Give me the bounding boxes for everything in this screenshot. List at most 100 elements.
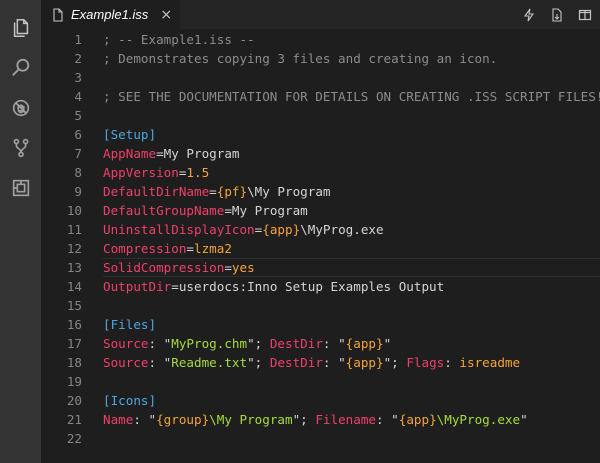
code-line[interactable]: 3	[41, 68, 600, 87]
token-plain: : "	[322, 355, 346, 370]
line-content	[82, 296, 103, 315]
line-number: 5	[74, 108, 82, 123]
code-line[interactable]: 12 Compression=lzma2	[41, 239, 600, 258]
code-line[interactable]: 6 [Setup]	[41, 125, 600, 144]
line-number: 3	[74, 70, 82, 85]
line-number: 7	[74, 146, 82, 161]
files-icon	[13, 19, 28, 37]
line-content: AppName=My Program	[82, 144, 240, 163]
line-number: 1	[74, 32, 82, 47]
activity-source-control[interactable]	[0, 128, 41, 168]
tab-example1-iss[interactable]: Example1.iss ×	[41, 0, 182, 29]
source-control-icon	[13, 138, 28, 158]
token-plain: \MyProg.exe	[300, 222, 384, 237]
token-key: DefaultGroupName	[103, 203, 225, 218]
token-str: Readme.txt	[171, 355, 248, 370]
token-var: {app}	[345, 355, 384, 370]
tab-bar: Example1.iss ×	[41, 0, 600, 29]
line-content: [Files]	[82, 315, 156, 334]
code-line[interactable]: 5	[41, 106, 600, 125]
lightning-icon	[523, 8, 535, 21]
editor-actions	[522, 0, 592, 29]
line-content: DefaultGroupName=My Program	[82, 201, 308, 220]
code-line[interactable]: 9 DefaultDirName={pf}\My Program	[41, 182, 600, 201]
split-editor-button[interactable]	[578, 8, 592, 22]
token-eq: =	[186, 241, 194, 256]
token-str: \MyProg.exe	[436, 412, 521, 427]
token-var: {app}	[398, 412, 437, 427]
token-key: AppVersion	[103, 165, 179, 180]
code-line[interactable]: 10 DefaultGroupName=My Program	[41, 201, 600, 220]
line-content: OutputDir=userdocs:Inno Setup Examples O…	[82, 277, 444, 296]
line-number: 19	[66, 374, 82, 389]
code-line[interactable]: 13 SolidCompression=yes	[41, 258, 600, 277]
line-content: ; SEE THE DOCUMENTATION FOR DETAILS ON C…	[82, 87, 600, 106]
code-line[interactable]: 8 AppVersion=1.5	[41, 163, 600, 182]
token-eq: =	[209, 184, 217, 199]
search-icon	[11, 58, 29, 76]
editor-area: Example1.iss × 1 ; -- Example1.iss -- 2 …	[41, 0, 600, 463]
token-eq: =	[224, 203, 232, 218]
token-comment: ; SEE THE DOCUMENTATION FOR DETAILS ON C…	[103, 89, 600, 104]
token-key: Compression	[103, 241, 187, 256]
line-content: Source: "Readme.txt"; DestDir: "{app}"; …	[82, 353, 520, 372]
line-content	[82, 106, 103, 125]
token-plain: My Program	[231, 203, 308, 218]
line-number: 12	[66, 241, 82, 256]
code-editor[interactable]: 1 ; -- Example1.iss -- 2 ; Demonstrates cop…	[41, 29, 600, 463]
token-eq: =	[156, 146, 164, 161]
token-key: DefaultDirName	[103, 184, 210, 199]
code-line[interactable]: 22	[41, 429, 600, 448]
line-content: ; Demonstrates copying 3 files and creat…	[82, 49, 497, 68]
code-line[interactable]: 15	[41, 296, 600, 315]
token-plain: "	[383, 336, 392, 351]
line-number: 4	[74, 89, 82, 104]
code-line[interactable]: 21 Name: "{group}\My Program"; Filename: …	[41, 410, 600, 429]
activity-explorer[interactable]	[0, 8, 41, 48]
activity-debug[interactable]	[0, 88, 41, 128]
token-str: \My Program	[209, 412, 293, 427]
code-line[interactable]: 7 AppName=My Program	[41, 144, 600, 163]
code-line[interactable]: 11 UninstallDisplayIcon={app}\MyProg.exe	[41, 220, 600, 239]
token-plain: userdocs:Inno Setup Examples Output	[178, 279, 445, 294]
code-line[interactable]: 4 ; SEE THE DOCUMENTATION FOR DETAILS ON …	[41, 87, 600, 106]
token-plain: : "	[322, 336, 346, 351]
token-comment: ; -- Example1.iss --	[103, 32, 255, 47]
token-plain: ";	[247, 355, 270, 370]
token-num: 1.5	[186, 165, 210, 180]
run-action-button[interactable]	[522, 8, 536, 22]
code-line[interactable]: 16 [Files]	[41, 315, 600, 334]
open-preview-button[interactable]	[550, 7, 564, 22]
line-content: UninstallDisplayIcon={app}\MyProg.exe	[82, 220, 384, 239]
line-number: 9	[74, 184, 82, 199]
split-editor-icon	[578, 9, 592, 20]
code-lines: 1 ; -- Example1.iss -- 2 ; Demonstrates cop…	[41, 29, 600, 448]
tab-title: Example1.iss	[71, 7, 149, 22]
code-line[interactable]: 2 ; Demonstrates copying 3 files and crea…	[41, 49, 600, 68]
activity-extensions[interactable]	[0, 168, 41, 208]
line-number: 10	[66, 203, 82, 218]
code-line[interactable]: 18 Source: "Readme.txt"; DestDir: "{app}"…	[41, 353, 600, 372]
line-content: SolidCompression=yes	[82, 258, 255, 277]
token-const: yes	[231, 260, 255, 275]
token-section: [Files]	[103, 317, 157, 332]
code-line[interactable]: 1 ; -- Example1.iss --	[41, 30, 600, 49]
code-line[interactable]: 14 OutputDir=userdocs:Inno Setup Examples…	[41, 277, 600, 296]
line-number: 20	[66, 393, 82, 408]
token-section: [Setup]	[103, 127, 157, 142]
line-content	[82, 68, 103, 87]
line-number: 2	[74, 51, 82, 66]
line-content: Compression=lzma2	[82, 239, 232, 258]
line-number: 13	[66, 260, 82, 275]
code-line[interactable]: 20 [Icons]	[41, 391, 600, 410]
token-plain: "	[520, 412, 528, 427]
code-line[interactable]: 19	[41, 372, 600, 391]
token-plain: ";	[292, 412, 316, 427]
token-key: DestDir	[269, 336, 323, 351]
activity-search[interactable]	[0, 48, 41, 88]
close-icon[interactable]: ×	[160, 8, 172, 22]
token-plain: \My Program	[247, 184, 331, 199]
activity-bar	[0, 0, 41, 463]
code-line[interactable]: 17 Source: "MyProg.chm"; DestDir: "{app}"	[41, 334, 600, 353]
token-str: MyProg.chm	[171, 336, 248, 351]
